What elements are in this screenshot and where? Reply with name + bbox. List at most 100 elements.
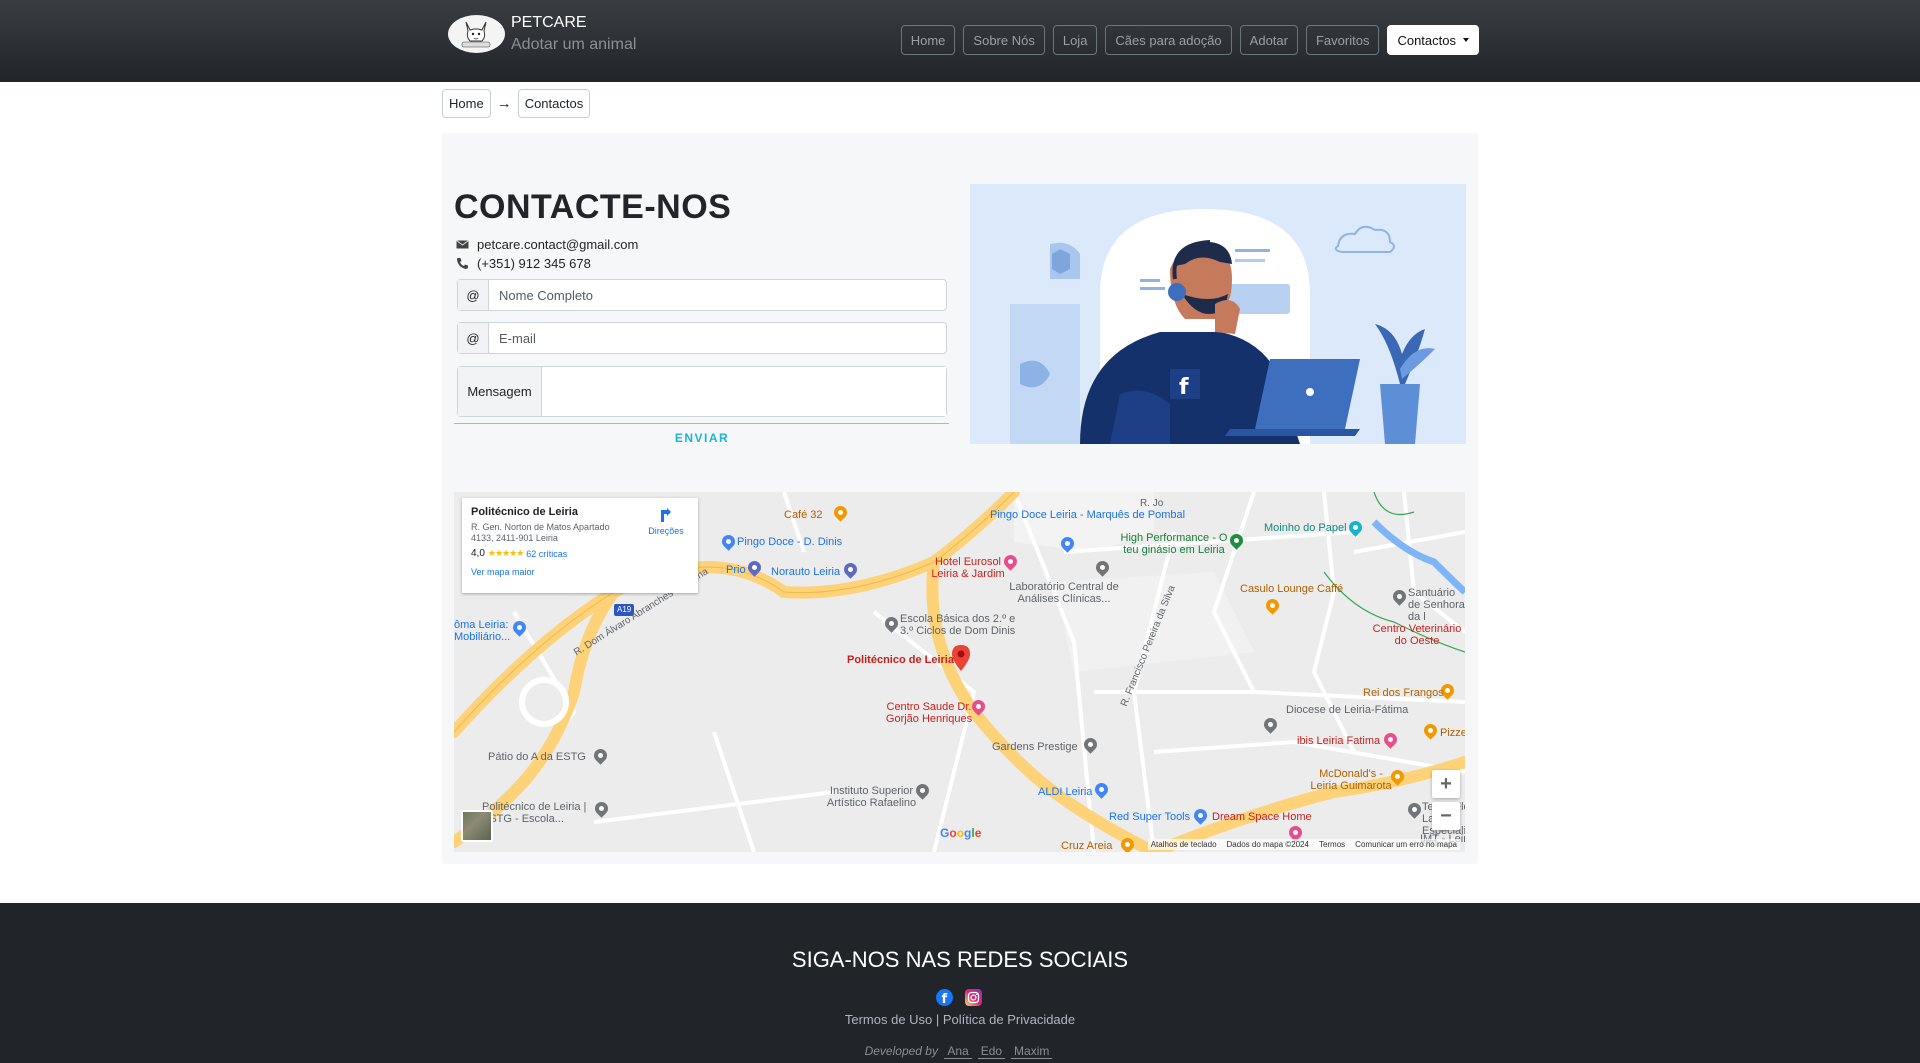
envelope-icon [456, 238, 469, 251]
footer-legal-links[interactable]: Termos de Uso | Política de Privacidade [0, 1012, 1920, 1027]
email-input-group: @ [457, 322, 947, 354]
rating-stars-icon: ★★★★★ [487, 548, 524, 558]
contact-phone-line: (+351) 912 345 678 [456, 256, 591, 271]
instagram-icon[interactable] [965, 989, 982, 1006]
poi-estg[interactable]: Politécnico de Leiria | ESTG - Escola... [482, 801, 592, 825]
contact-phone: (+351) 912 345 678 [477, 256, 591, 271]
reviews-link[interactable]: 62 críticas [526, 549, 567, 559]
nav-home[interactable]: Home [900, 25, 956, 55]
brand-subtitle: Adotar um animal [511, 36, 637, 53]
breadcrumb-current[interactable]: Contactos [517, 89, 591, 118]
poi-escola[interactable]: Escola Básica dos 2.º e 3.º Ciclos de Do… [900, 613, 1020, 637]
nav-contactos-label: Contactos [1397, 32, 1456, 48]
map-pin-icon[interactable] [952, 645, 970, 671]
nav-adotar[interactable]: Adotar [1239, 25, 1298, 55]
footer-title: SIGA-NOS NAS REDES SOCIAIS [791, 947, 1129, 972]
brand-title[interactable]: PETCARE [511, 14, 587, 32]
svg-text:f: f [1179, 375, 1189, 400]
breadcrumb-home[interactable]: Home [442, 89, 491, 118]
map-report[interactable]: Comunicar um erro no mapa [1355, 840, 1457, 849]
poi-rei-frangos[interactable]: Rei dos Frangos [1363, 687, 1444, 699]
poi-santuario[interactable]: Santuário de Senhora da l [1408, 587, 1465, 623]
developed-by: Developed by Ana Edo Maxim [0, 1044, 1920, 1059]
poi-mobiliario[interactable]: ôma Leiria: Mobiliário... [454, 619, 514, 643]
nav-sobre-nos[interactable]: Sobre Nós [963, 25, 1045, 55]
navbar: PETCARE Adotar um animal Home Sobre Nós … [0, 0, 1920, 82]
phone-icon [456, 257, 469, 270]
nav-links: Home Sobre Nós Loja Cães para adoção Ado… [900, 25, 1479, 55]
email-addon: @ [458, 323, 489, 353]
poi-patio[interactable]: Pátio do A da ESTG [488, 751, 586, 763]
caret-down-icon [1463, 38, 1469, 42]
developed-by-label: Developed by [864, 1044, 938, 1058]
poi-ibis[interactable]: ibis Leiria Fatima [1297, 735, 1380, 747]
poi-cruz-areia[interactable]: Cruz Areia [1061, 840, 1112, 852]
poi-pizza[interactable]: Pizze [1440, 727, 1465, 739]
bigger-map-link[interactable]: Ver mapa maior [471, 567, 689, 577]
directions-icon [661, 508, 671, 522]
map-card-address: R. Gen. Norton de Matos Apartado 4133, 2… [471, 522, 610, 543]
poi-dream-space[interactable]: Dream Space Home [1212, 811, 1312, 823]
nav-favoritos[interactable]: Favoritos [1305, 25, 1380, 55]
social-links: f [936, 989, 982, 1006]
map-place-card: Politécnico de Leiria R. Gen. Norton de … [462, 498, 698, 593]
zoom-out-button[interactable]: − [1432, 802, 1460, 830]
poi-mcdonalds[interactable]: McDonald's - Leiria Guimarota [1306, 768, 1396, 792]
message-input-group: Mensagem [457, 366, 947, 417]
name-input-group: @ [457, 279, 947, 311]
nav-loja[interactable]: Loja [1052, 25, 1098, 55]
poi-politecnico[interactable]: Politécnico de Leiria [847, 654, 954, 666]
map-footer: Atalhos de teclado Dados do mapa ©2024 T… [1147, 839, 1460, 850]
email-input[interactable] [489, 323, 946, 353]
dev-link-ana[interactable]: Ana [944, 1044, 972, 1059]
poi-cafe32[interactable]: Café 32 [784, 509, 823, 521]
dev-link-maxim[interactable]: Maxim [1011, 1044, 1053, 1059]
poi-laboratorio[interactable]: Laboratório Central de Análises Clínicas… [1004, 581, 1124, 605]
google-logo: Google [940, 826, 982, 840]
poi-veterinario[interactable]: Centro Veterinário do Oeste [1369, 623, 1465, 647]
map-card-rating: 4,0 ★★★★★ 62 críticas [471, 548, 689, 559]
poi-prio[interactable]: Prio [726, 564, 746, 576]
poi-norauto[interactable]: Norauto Leiria [771, 566, 840, 578]
map-keyboard-shortcuts[interactable]: Atalhos de teclado [1151, 840, 1217, 849]
road-label-jo: R. Jo [1140, 498, 1164, 509]
name-addon: @ [458, 280, 489, 310]
svg-text:f: f [942, 992, 948, 1006]
zoom-in-button[interactable]: + [1432, 770, 1460, 798]
google-map[interactable]: Café 32 Pingo Doce Leiria - Marquês de P… [454, 492, 1465, 852]
nav-caes-adocao[interactable]: Cães para adoção [1105, 25, 1232, 55]
satellite-toggle[interactable] [461, 810, 493, 842]
message-textarea[interactable] [542, 367, 946, 416]
poi-pingo-doce-dinis[interactable]: Pingo Doce - D. Dinis [737, 536, 842, 548]
contact-illustration: f [970, 184, 1466, 444]
poi-instituto[interactable]: Instituto Superior Artístico Rafaelino [824, 785, 919, 809]
poi-high-performance[interactable]: High Performance - O teu ginásio em Leir… [1119, 532, 1229, 556]
directions-label: Direções [648, 526, 684, 536]
poi-centro-saude[interactable]: Centro Saude Dr. Gorjão Henriques [884, 701, 974, 725]
map-terms[interactable]: Termos [1319, 840, 1345, 849]
submit-button[interactable]: ENVIAR [652, 427, 752, 449]
form-divider [454, 423, 949, 424]
contact-email-line: petcare.contact@gmail.com [456, 237, 638, 252]
map-data: Dados do mapa ©2024 [1226, 840, 1309, 849]
breadcrumb: Home → Contactos [442, 89, 591, 118]
poi-gardens[interactable]: Gardens Prestige [992, 741, 1078, 753]
breadcrumb-arrow-icon: → [496, 95, 512, 112]
poi-hotel[interactable]: Hotel Eurosol Leiria & Jardim [928, 556, 1008, 580]
poi-pingo-doce-pombal[interactable]: Pingo Doce Leiria - Marquês de Pombal [990, 509, 1185, 521]
poi-diocese[interactable]: Diocese de Leiria-Fátima [1286, 704, 1408, 716]
message-label: Mensagem [458, 367, 542, 416]
nav-contactos-dropdown[interactable]: Contactos [1387, 25, 1479, 55]
brand-logo[interactable] [448, 15, 505, 53]
contact-email: petcare.contact@gmail.com [477, 237, 639, 252]
page-title: CONTACTE-NOS [454, 188, 732, 226]
name-input[interactable] [489, 280, 946, 310]
poi-casulo[interactable]: Casulo Lounge Caffé [1240, 583, 1343, 595]
dev-link-edo[interactable]: Edo [977, 1044, 1006, 1059]
footer [0, 903, 1920, 1063]
poi-moinho[interactable]: Moinho do Papel [1264, 522, 1347, 534]
directions-button[interactable]: Direções [648, 508, 684, 536]
poi-red-super[interactable]: Red Super Tools [1109, 811, 1190, 823]
poi-aldi[interactable]: ALDI Leiria [1038, 786, 1092, 798]
facebook-icon[interactable]: f [936, 989, 953, 1006]
